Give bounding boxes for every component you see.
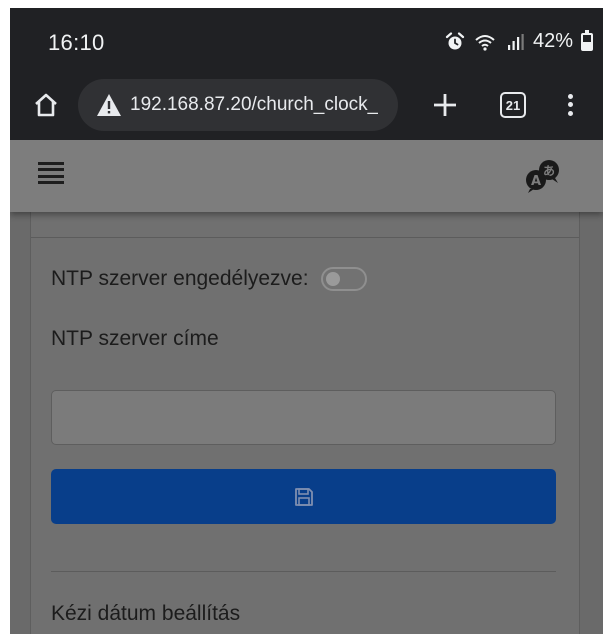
new-tab-button[interactable] — [428, 88, 462, 122]
status-time: 16:10 — [48, 30, 105, 55]
manual-date-heading: Kézi dátum beállítás — [51, 602, 241, 625]
translate-icon[interactable]: A あ — [522, 158, 562, 194]
battery-level: 42% — [532, 30, 573, 52]
home-icon — [35, 93, 57, 117]
divider — [31, 237, 579, 238]
svg-text:A: A — [531, 174, 541, 189]
warning-icon — [97, 94, 121, 116]
plus-icon — [434, 94, 456, 116]
toggle-knob — [325, 272, 340, 286]
tab-switcher-button[interactable]: 21 — [500, 92, 526, 118]
site-navbar: A あ — [10, 140, 603, 212]
more-vert-icon[interactable] — [560, 88, 580, 122]
battery-icon — [581, 29, 593, 51]
wifi-icon — [473, 31, 497, 53]
status-icons: 42% — [443, 29, 593, 53]
browser-toolbar: 192.168.87.20/church_clock_ 21 — [10, 70, 603, 140]
alarm-icon — [443, 31, 467, 53]
url-text: 192.168.87.20/church_clock_ — [130, 94, 379, 115]
browser-chrome: 16:10 42% 192.168.87.20/church_clock_ 21 — [10, 8, 603, 140]
ntp-address-input[interactable] — [51, 390, 556, 445]
address-bar[interactable]: 192.168.87.20/church_clock_ — [78, 79, 398, 131]
ntp-enabled-label: NTP szerver engedélyezve: — [51, 267, 309, 290]
settings-card: NTP szerver engedélyezve: NTP szerver cí… — [30, 180, 580, 634]
save-button[interactable] — [51, 469, 556, 524]
ntp-enable-row: NTP szerver engedélyezve: — [51, 267, 367, 291]
svg-text:あ: あ — [543, 164, 555, 178]
save-icon — [294, 487, 313, 506]
status-bar: 16:10 42% — [10, 8, 603, 70]
web-page: A あ NTP szerver engedélyezve: NTP szerve… — [10, 140, 603, 634]
divider — [51, 571, 556, 572]
home-button[interactable] — [30, 90, 62, 120]
signal-icon — [503, 31, 527, 53]
ntp-enable-toggle[interactable] — [320, 267, 367, 291]
ntp-address-label: NTP szerver címe — [51, 327, 219, 350]
menu-icon[interactable] — [38, 162, 64, 184]
